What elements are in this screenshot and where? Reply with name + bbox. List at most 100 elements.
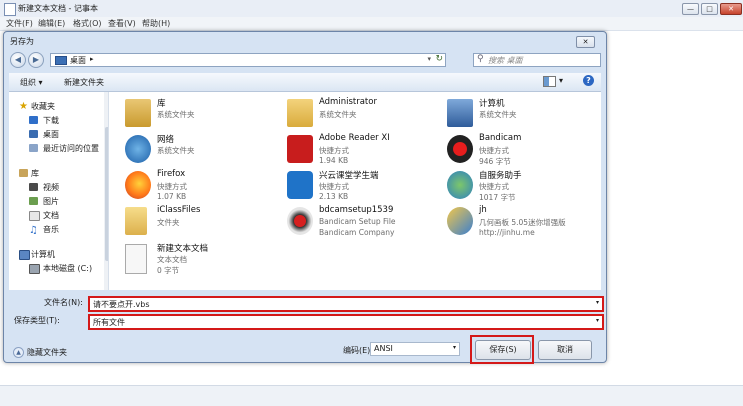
nav-libraries[interactable]: 库	[31, 168, 39, 179]
notepad-status-bar	[0, 385, 743, 406]
nav-recent-places[interactable]: 最近访问的位置	[43, 143, 99, 154]
file-item[interactable]: 兴云课堂学生端 快捷方式 2.13 KB	[279, 169, 439, 209]
nav-videos[interactable]: 视频	[43, 182, 59, 193]
back-button[interactable]: ◀	[10, 52, 26, 68]
library-icon	[125, 99, 151, 127]
hide-folders-label: 隐藏文件夹	[27, 348, 67, 357]
file-item[interactable]: Administrator 系统文件夹	[279, 97, 439, 137]
menu-edit[interactable]: 编辑(E)	[38, 18, 65, 29]
search-placeholder: 搜索 桌面	[488, 56, 523, 65]
dialog-toolbar: 组织 ▾ 新建文件夹 ▾ ?	[9, 73, 601, 92]
nav-desktop[interactable]: 桌面	[43, 129, 59, 140]
close-button[interactable]: ✕	[720, 3, 742, 15]
recent-places-icon	[29, 144, 38, 152]
computer-icon	[19, 250, 30, 260]
file-item[interactable]: jh 几何画板 5.05迷你增强版 http://jinhu.me	[439, 205, 599, 245]
address-bar[interactable]: 桌面 ▸ ▾ ↻	[50, 53, 446, 67]
address-dropdown-icon[interactable]: ▾	[427, 55, 431, 63]
nav-download[interactable]: 下载	[43, 115, 59, 126]
collapse-icon: ▲	[13, 347, 24, 358]
geometry-icon	[447, 207, 473, 235]
organize-button[interactable]: 组织 ▾	[20, 77, 43, 88]
filetype-value: 所有文件	[93, 318, 125, 327]
nav-documents[interactable]: 文档	[43, 210, 59, 221]
maximize-button[interactable]: □	[701, 3, 718, 15]
file-item[interactable]: 计算机 系统文件夹	[439, 97, 599, 137]
navigation-pane: ★ 收藏夹 下载 桌面 最近访问的位置 库 视频 图片 文档 ♫ 音乐 计算机 …	[9, 92, 109, 290]
menu-file[interactable]: 文件(F)	[6, 18, 33, 29]
file-item[interactable]: Adobe Reader XI 快捷方式 1.94 KB	[279, 133, 439, 173]
menu-help[interactable]: 帮助(H)	[142, 18, 170, 29]
nav-music[interactable]: 音乐	[43, 224, 59, 235]
search-icon: ⚲	[477, 54, 484, 64]
bandicam-icon	[447, 135, 473, 163]
breadcrumb-desktop[interactable]: 桌面	[70, 55, 86, 66]
view-dropdown-icon[interactable]: ▾	[559, 76, 563, 85]
installer-icon	[287, 207, 313, 235]
chevron-down-icon[interactable]: ▾	[596, 299, 599, 306]
file-item[interactable]: iClassFiles 文件夹	[117, 205, 277, 245]
search-input[interactable]: ⚲ 搜索 桌面	[473, 53, 601, 67]
file-item[interactable]: bdcamsetup1539 Bandicam Setup File Bandi…	[279, 205, 439, 245]
filename-value: 请不要点开.vbs	[93, 300, 150, 309]
chevron-down-icon[interactable]: ▾	[596, 317, 599, 324]
menu-view[interactable]: 查看(V)	[108, 18, 136, 29]
graduation-cap-icon	[287, 171, 313, 199]
file-item[interactable]: Bandicam 快捷方式 946 字节	[439, 133, 599, 173]
cancel-button[interactable]: 取消	[538, 340, 592, 360]
star-icon: ★	[19, 101, 28, 112]
adobe-reader-icon	[287, 135, 313, 163]
save-button[interactable]: 保存(S)	[475, 340, 531, 360]
encoding-label: 编码(E):	[343, 346, 373, 355]
minimize-button[interactable]: —	[682, 3, 699, 15]
filetype-select[interactable]: 所有文件 ▾	[88, 314, 604, 330]
chevron-down-icon[interactable]: ▾	[453, 344, 456, 351]
file-list: 库 系统文件夹 Administrator 系统文件夹 计算机 系统文件夹 网络…	[109, 92, 601, 290]
folder-icon	[125, 207, 147, 235]
service-assistant-icon	[447, 171, 473, 199]
breadcrumb-arrow-icon[interactable]: ▸	[90, 55, 94, 63]
nav-computer[interactable]: 计算机	[31, 249, 55, 260]
refresh-icon[interactable]: ↻	[435, 54, 443, 64]
desktop-folder-icon	[55, 56, 67, 65]
file-item[interactable]: 自服务助手 快捷方式 1017 字节	[439, 169, 599, 209]
nav-local-disk[interactable]: 本地磁盘 (C:)	[43, 263, 92, 274]
notepad-menu-bar: 文件(F) 编辑(E) 格式(O) 查看(V) 帮助(H)	[0, 17, 743, 31]
save-as-dialog: 另存为 ✕ ◀ ▶ 桌面 ▸ ▾ ↻ ⚲ 搜索 桌面 组织 ▾ 新建文件夹 ▾ …	[3, 31, 607, 364]
file-item[interactable]: 网络 系统文件夹	[117, 133, 277, 173]
local-disk-icon	[29, 264, 40, 274]
computer-icon	[447, 99, 473, 127]
nav-favorites[interactable]: 收藏夹	[31, 101, 55, 112]
dialog-close-button[interactable]: ✕	[576, 36, 595, 48]
documents-icon	[29, 211, 40, 221]
filename-input[interactable]: 请不要点开.vbs ▾	[88, 296, 604, 312]
file-item[interactable]: 库 系统文件夹	[117, 97, 277, 137]
network-icon	[125, 135, 151, 163]
pictures-icon	[29, 197, 38, 205]
nav-pictures[interactable]: 图片	[43, 196, 59, 207]
dialog-title: 另存为	[10, 37, 34, 46]
download-icon	[29, 116, 38, 124]
new-folder-button[interactable]: 新建文件夹	[64, 77, 104, 88]
firefox-icon	[125, 171, 151, 199]
notepad-title-bar: 新建文本文档 - 记事本 — □ ✕	[0, 0, 743, 18]
view-options-icon[interactable]	[543, 76, 556, 87]
encoding-select[interactable]: ANSI ▾	[370, 342, 460, 356]
user-folder-icon	[287, 99, 313, 127]
help-icon[interactable]: ?	[583, 75, 594, 86]
notepad-title: 新建文本文档 - 记事本	[18, 4, 98, 13]
video-icon	[29, 183, 38, 191]
hide-folders-button[interactable]: ▲ 隐藏文件夹	[13, 347, 67, 358]
text-file-icon	[125, 244, 147, 274]
filetype-label: 保存类型(T):	[14, 316, 60, 325]
library-icon	[19, 169, 28, 177]
notepad-icon	[4, 3, 16, 16]
music-icon: ♫	[29, 225, 38, 236]
menu-format[interactable]: 格式(O)	[73, 18, 102, 29]
encoding-value: ANSI	[374, 344, 393, 353]
file-item[interactable]: 新建文本文档 文本文档 0 字节	[117, 242, 277, 282]
file-item[interactable]: Firefox 快捷方式 1.07 KB	[117, 169, 277, 209]
forward-button[interactable]: ▶	[28, 52, 44, 68]
desktop-icon	[29, 130, 38, 138]
filename-label: 文件名(N):	[44, 298, 83, 307]
